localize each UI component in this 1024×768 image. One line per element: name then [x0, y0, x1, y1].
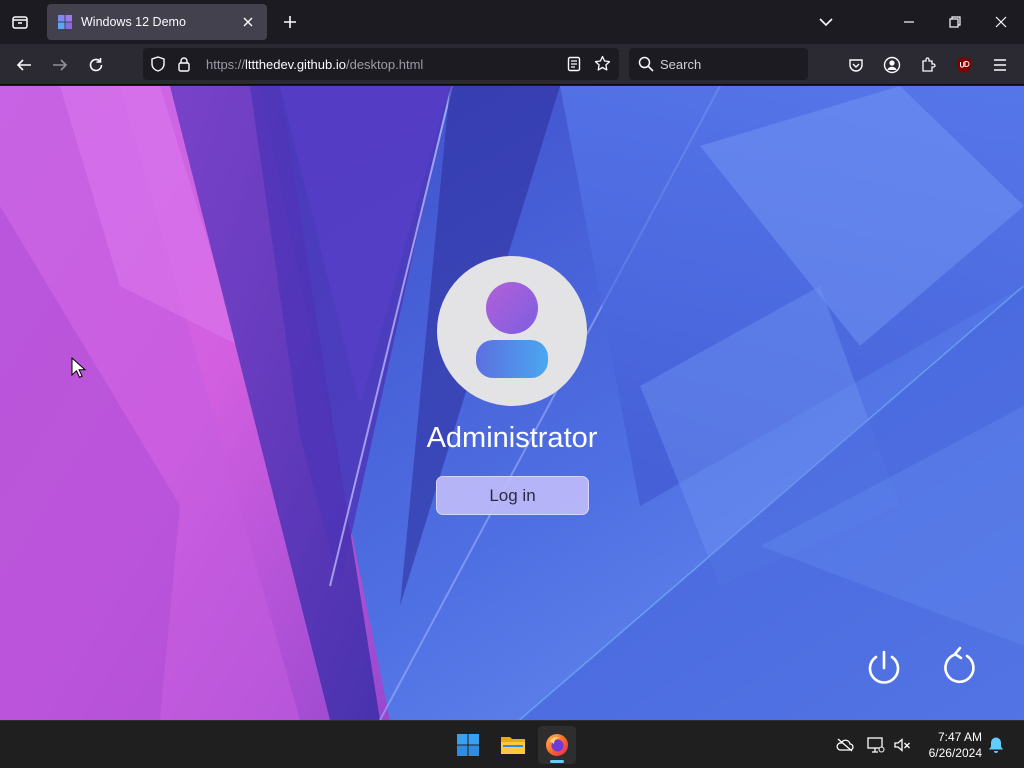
power-icon[interactable]	[862, 646, 906, 690]
tab-title: Windows 12 Demo	[81, 15, 186, 29]
search-box[interactable]: Search	[629, 48, 808, 80]
tab-close-icon[interactable]	[239, 13, 257, 31]
clock-time: 7:47 AM	[937, 730, 982, 744]
browser-tab-active[interactable]: Windows 12 Demo	[47, 4, 267, 40]
ublock-origin-icon[interactable]	[951, 52, 977, 78]
list-all-tabs-icon[interactable]	[814, 10, 838, 34]
minimize-icon[interactable]	[897, 10, 921, 34]
firefox-icon	[546, 734, 568, 756]
url-path: /desktop.html	[345, 57, 424, 72]
url-text[interactable]: https://lttthedev.github.io/desktop.html	[206, 57, 423, 72]
url-host: lttthedev.github.io	[245, 57, 346, 72]
notification-bell-icon[interactable]	[986, 735, 1006, 755]
close-window-icon[interactable]	[989, 10, 1013, 34]
user-avatar-icon	[476, 282, 548, 378]
address-bar[interactable]: https://lttthedev.github.io/desktop.html	[143, 48, 619, 80]
lock-icon[interactable]	[177, 56, 191, 77]
network-icon[interactable]	[866, 735, 886, 755]
onedrive-offline-icon[interactable]	[835, 735, 855, 755]
new-tab-icon[interactable]	[279, 11, 301, 33]
bookmark-star-icon[interactable]	[594, 55, 611, 77]
file-explorer-button[interactable]	[494, 726, 532, 764]
restart-icon[interactable]	[938, 644, 982, 688]
user-avatar	[437, 256, 587, 406]
search-icon	[638, 56, 654, 77]
folder-icon	[501, 737, 525, 754]
restore-window-icon[interactable]	[943, 10, 967, 34]
back-icon[interactable]	[11, 52, 37, 78]
mouse-cursor-icon	[71, 356, 87, 379]
tab-overview-icon[interactable]	[8, 10, 32, 34]
search-input[interactable]: Search	[660, 57, 701, 72]
taskbar: 7:47 AM 6/26/2024	[0, 720, 1024, 768]
reload-icon[interactable]	[83, 52, 109, 78]
system-clock[interactable]: 7:47 AM 6/26/2024	[918, 729, 982, 761]
login-button[interactable]: Log in	[436, 476, 589, 515]
pocket-icon[interactable]	[843, 52, 869, 78]
extensions-icon[interactable]	[915, 52, 941, 78]
tracking-protection-shield-icon[interactable]	[150, 56, 166, 77]
windows-favicon-icon	[58, 15, 72, 29]
start-button[interactable]	[449, 726, 487, 764]
windows-logo-icon	[457, 734, 479, 756]
volume-muted-icon[interactable]	[892, 735, 912, 755]
active-app-indicator	[550, 760, 564, 763]
firefox-taskbar-button[interactable]	[538, 726, 576, 764]
browser-tab-bar: Windows 12 Demo	[0, 0, 1024, 44]
reader-view-icon[interactable]	[567, 56, 581, 77]
browser-toolbar: https://lttthedev.github.io/desktop.html…	[0, 44, 1024, 85]
url-scheme: https://	[206, 57, 246, 72]
clock-date: 6/26/2024	[928, 746, 982, 760]
username-label: Administrator	[426, 422, 598, 454]
account-icon[interactable]	[879, 52, 905, 78]
menu-hamburger-icon[interactable]	[987, 52, 1013, 78]
forward-icon[interactable]	[47, 52, 73, 78]
lock-screen: Administrator Log in	[0, 86, 1024, 720]
